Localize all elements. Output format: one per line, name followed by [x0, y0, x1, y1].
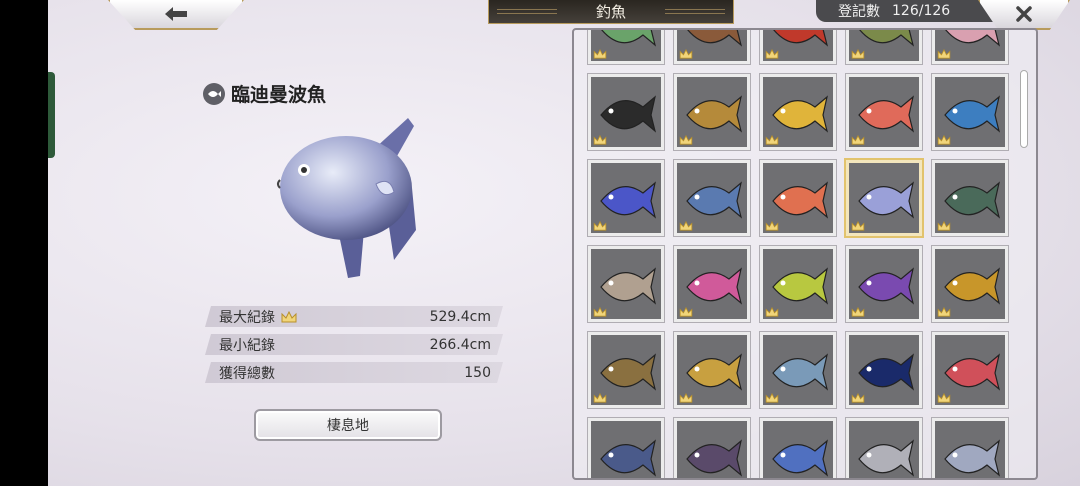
crown-icon: [937, 393, 951, 403]
fish-cell-flying-fish[interactable]: [759, 417, 837, 480]
fish-name: 臨迪曼波魚: [231, 84, 327, 106]
count-value: 126/126: [892, 3, 951, 19]
title-ornament-left: [497, 9, 557, 14]
fish-cell-moray-eel[interactable]: [587, 331, 665, 409]
fish-cell-black-gold-koi[interactable]: [587, 73, 665, 151]
crown-icon: [679, 393, 693, 403]
title-bar: 釣魚: [488, 0, 734, 24]
fish-cell-blue-dragon[interactable]: [587, 159, 665, 237]
fish-cell-mahi-mahi[interactable]: [759, 245, 837, 323]
sunfish-image: [277, 118, 416, 278]
fish-name-heading: 臨迪曼波魚: [203, 80, 326, 107]
crown-icon: [281, 310, 297, 322]
close-button[interactable]: [978, 0, 1070, 30]
crown-icon: [937, 221, 951, 231]
anglerfish-icon: [686, 439, 743, 477]
fish-cell-neon-tetra[interactable]: [931, 331, 1009, 409]
flying-fish-icon: [772, 439, 829, 477]
stat-min-value: 266.4cm: [429, 336, 491, 353]
fish-cell-pink-shrimp[interactable]: [931, 30, 1009, 65]
page-title: 釣魚: [595, 3, 626, 21]
crown-icon: [765, 479, 779, 480]
crown-icon: [593, 479, 607, 480]
crown-icon: [679, 307, 693, 317]
crown-icon: [851, 135, 865, 145]
crown-icon: [851, 221, 865, 231]
fish-cell-blue-crab[interactable]: [587, 417, 665, 480]
title-ornament-right: [665, 9, 725, 14]
fish-cell-spiky-crab[interactable]: [931, 159, 1009, 237]
fish-cell-red-snapper[interactable]: [845, 73, 923, 151]
crown-icon: [593, 393, 607, 403]
fish-cell-swordfish[interactable]: [673, 159, 751, 237]
stat-min-record: 最小紀錄 266.4cm: [205, 334, 503, 355]
crown-icon: [679, 49, 693, 59]
fish-cell-silver-carp[interactable]: [587, 245, 665, 323]
close-icon: [1016, 6, 1032, 22]
crown-icon: [679, 479, 693, 480]
white-marlin-icon: [944, 439, 1001, 477]
fish-cell-blue-grouper[interactable]: [931, 73, 1009, 151]
fish-cell-ocean-sunfish[interactable]: [844, 158, 924, 238]
fish-cell-red-lobster[interactable]: [759, 30, 837, 65]
fish-cell-mackerel[interactable]: [759, 331, 837, 409]
crown-icon: [679, 135, 693, 145]
side-tab[interactable]: [48, 72, 55, 158]
fish-cell-tiger-catfish[interactable]: [673, 73, 751, 151]
scrollbar[interactable]: [1020, 70, 1028, 148]
white-shark-icon: [858, 439, 915, 477]
crown-icon: [679, 221, 693, 231]
fish-grid-panel[interactable]: [572, 28, 1038, 480]
fish-cell-red-salmon[interactable]: [759, 159, 837, 237]
fish-cell-white-marlin[interactable]: [931, 417, 1009, 480]
fish-cell-green-turtle[interactable]: [845, 30, 923, 65]
screen: 釣魚 登記數 126/126 臨迪曼波魚 最大紀錄 529.4cm 最小紀錄 2…: [48, 0, 1080, 486]
crown-icon: [851, 479, 865, 480]
fish-cell-green-frogfish[interactable]: [587, 30, 665, 65]
crown-icon: [937, 135, 951, 145]
crown-icon: [765, 307, 779, 317]
crown-icon: [851, 307, 865, 317]
crown-icon: [765, 135, 779, 145]
fish-cell-golden-seahorse[interactable]: [931, 245, 1009, 323]
stat-max-value: 529.4cm: [429, 308, 491, 325]
fish-cell-tuna-pink[interactable]: [673, 245, 751, 323]
crown-icon: [851, 49, 865, 59]
crown-icon: [937, 49, 951, 59]
fish-cell-spotted-ray[interactable]: [845, 331, 923, 409]
stat-total-label: 獲得總數: [219, 365, 275, 382]
crown-icon: [765, 221, 779, 231]
fish-cell-golden-tuna[interactable]: [759, 73, 837, 151]
fish-emblem-icon: [203, 82, 225, 105]
habitat-button[interactable]: 棲息地: [254, 409, 442, 441]
fish-cell-anglerfish[interactable]: [673, 417, 751, 480]
stat-max-label: 最大紀錄: [219, 309, 275, 326]
habitat-button-label: 棲息地: [327, 418, 369, 434]
fish-cell-purple-seahorse[interactable]: [845, 245, 923, 323]
crown-icon: [593, 135, 607, 145]
crown-icon: [765, 393, 779, 403]
count-label: 登記數: [838, 4, 880, 20]
stat-total-value: 150: [464, 364, 491, 381]
crown-icon: [765, 49, 779, 59]
fish-cell-white-shark[interactable]: [845, 417, 923, 480]
crown-icon: [593, 307, 607, 317]
stat-total-caught: 獲得總數 150: [205, 362, 503, 383]
crown-icon: [593, 221, 607, 231]
crown-icon: [937, 307, 951, 317]
blue-crab-icon: [600, 439, 657, 477]
stat-max-record: 最大紀錄 529.4cm: [205, 306, 503, 327]
crown-icon: [593, 49, 607, 59]
back-button[interactable]: [108, 0, 244, 30]
back-arrow-icon: [165, 7, 187, 21]
fish-cell-golden-pike[interactable]: [673, 331, 751, 409]
stat-min-label: 最小紀錄: [219, 337, 275, 354]
fish-cell-brown-crab[interactable]: [673, 30, 751, 65]
crown-icon: [937, 479, 951, 480]
crown-icon: [851, 393, 865, 403]
